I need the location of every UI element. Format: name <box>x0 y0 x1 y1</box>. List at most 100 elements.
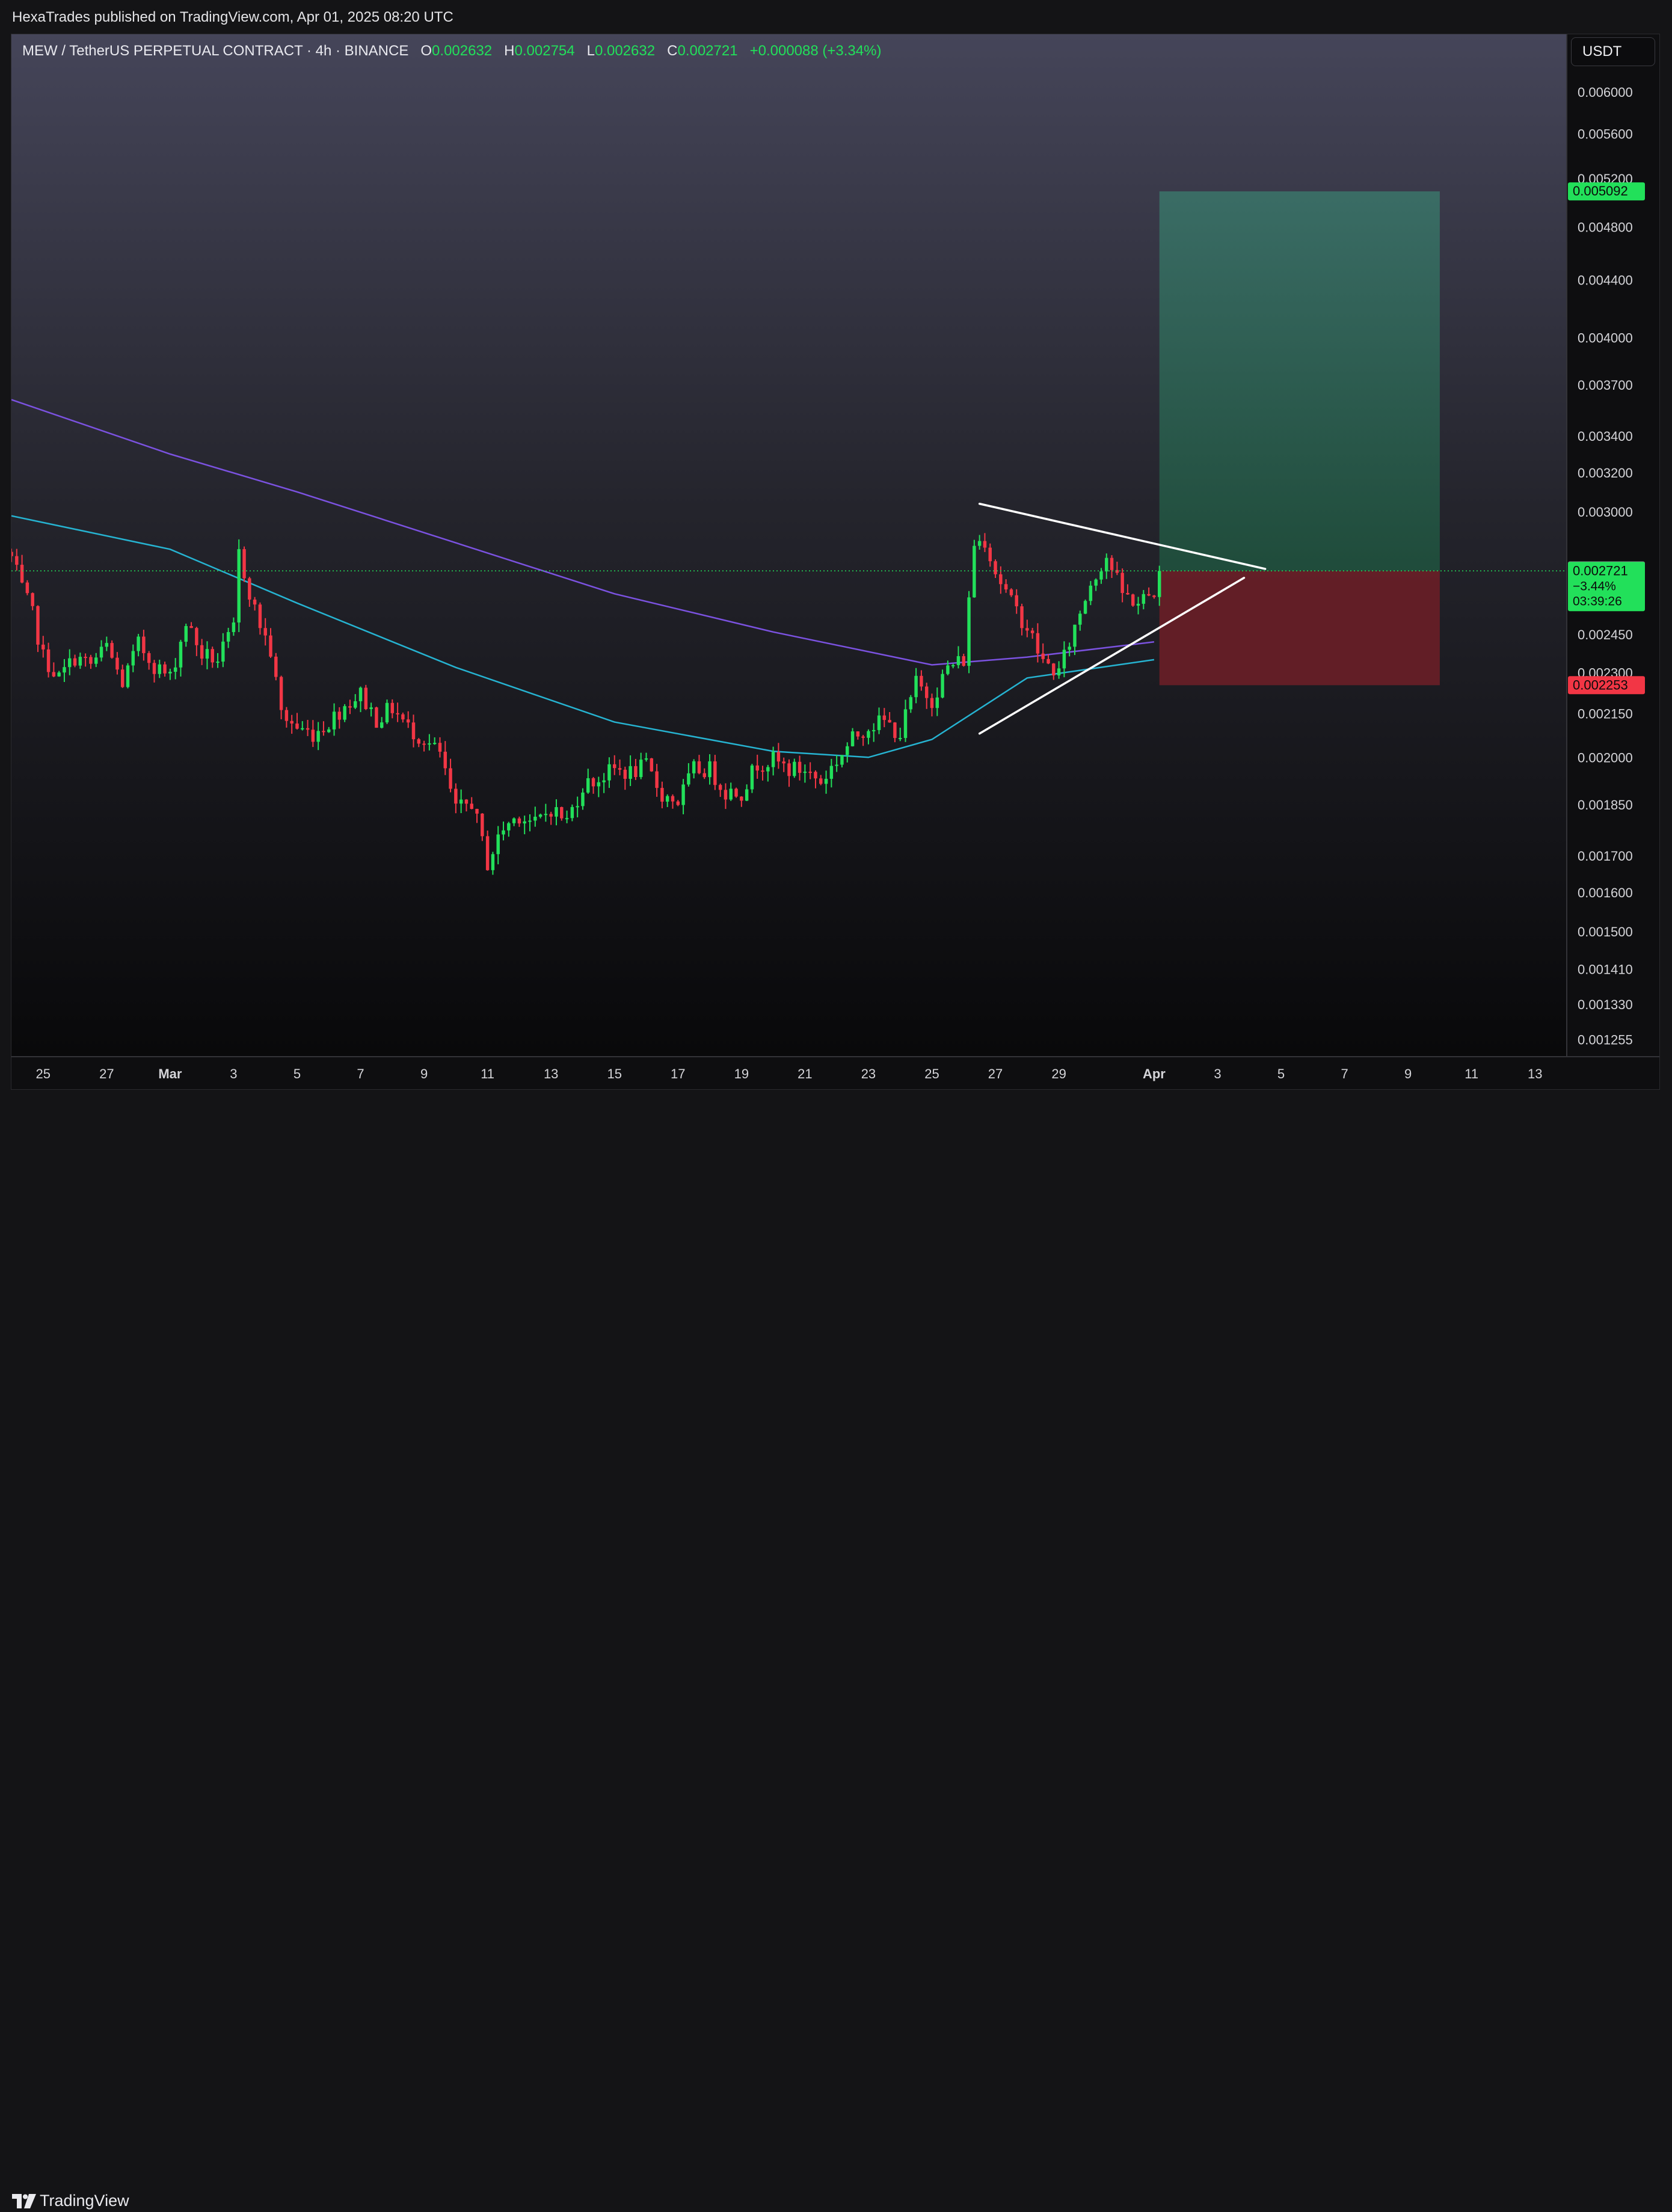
candle-up <box>507 823 511 831</box>
candle-down <box>1025 628 1029 631</box>
publication-info: HexaTrades published on TradingView.com,… <box>12 9 453 25</box>
candle-up <box>1062 650 1066 669</box>
candle-down <box>924 686 929 698</box>
candle-up <box>872 730 876 731</box>
price-label-subtext: −3.44% <box>1573 579 1616 593</box>
candle-down <box>761 770 764 772</box>
candle-down <box>284 710 289 721</box>
candle-down <box>1030 630 1034 633</box>
candle-up <box>1078 613 1082 625</box>
candle-up <box>909 697 913 710</box>
candle-up <box>126 665 130 687</box>
candle-up <box>385 702 389 723</box>
candle-down <box>613 764 616 769</box>
candle-down <box>406 719 410 723</box>
candle-up <box>941 674 944 698</box>
candle-up <box>221 641 225 662</box>
chart-area[interactable]: 0.0064000.0060000.0056000.0052000.004800… <box>11 34 1660 1090</box>
candle-down <box>396 713 399 714</box>
time-tick-label: 9 <box>1404 1066 1412 1081</box>
open-label: O <box>420 43 432 59</box>
candle-up <box>793 761 796 776</box>
candle-down <box>888 720 891 723</box>
candle-down <box>1041 653 1045 659</box>
price-chart[interactable]: 0.0064000.0060000.0056000.0052000.004800… <box>11 34 1660 1090</box>
time-tick-label: 3 <box>230 1066 237 1081</box>
candle-up <box>771 752 775 767</box>
candle-up <box>903 709 908 739</box>
time-tick-label: 7 <box>1341 1066 1348 1081</box>
candle-up <box>946 665 950 674</box>
candle-up <box>586 778 590 793</box>
candle-down <box>295 724 299 729</box>
candle-down <box>549 814 553 817</box>
time-tick-label: 3 <box>1214 1066 1221 1081</box>
price-tick-label: 0.003700 <box>1578 378 1633 393</box>
candle-up <box>173 667 177 672</box>
candle-up <box>316 731 320 742</box>
candle-up <box>528 820 532 822</box>
candle-down <box>417 739 421 744</box>
time-tick-label: 13 <box>1528 1066 1542 1081</box>
candle-up <box>63 667 66 673</box>
candle-down <box>375 707 378 728</box>
price-tick-label: 0.003000 <box>1578 505 1633 520</box>
currency-button[interactable]: USDT <box>1571 37 1655 66</box>
candle-up <box>216 662 220 663</box>
candle-up <box>168 671 172 674</box>
candle-down <box>962 656 965 666</box>
candle-down <box>211 649 214 663</box>
candle-up <box>576 806 579 808</box>
price-label-subtext: 03:39:26 <box>1573 594 1622 608</box>
high-value: 0.002754 <box>514 43 575 59</box>
candle-up <box>681 784 685 805</box>
candle-up <box>184 625 188 642</box>
time-tick-label: 23 <box>861 1066 876 1081</box>
candle-down <box>676 801 680 805</box>
candle-down <box>147 653 151 663</box>
candle-down <box>1015 595 1018 607</box>
candle-down <box>702 773 706 778</box>
price-tick-label: 0.001410 <box>1578 962 1633 977</box>
candle-up <box>327 729 331 733</box>
candle-down <box>893 722 897 739</box>
price-label-text: 0.002721 <box>1573 563 1628 578</box>
candle-up <box>973 545 976 598</box>
ohlc-legend: MEW / TetherUS PERPETUAL CONTRACT · 4h ·… <box>22 43 881 60</box>
time-tick-label: 21 <box>798 1066 812 1081</box>
time-tick-label: 25 <box>924 1066 939 1081</box>
candle-down <box>517 818 521 824</box>
candle-up <box>57 672 61 677</box>
candle-up <box>68 658 72 668</box>
candle-up <box>824 778 828 784</box>
candle-down <box>798 761 802 773</box>
candle-down <box>485 836 490 870</box>
candle-down <box>920 675 923 687</box>
candle-up <box>1068 647 1071 650</box>
candle-up <box>502 830 505 835</box>
time-axis-panel[interactable] <box>11 1057 1660 1090</box>
candle-down <box>269 635 272 657</box>
candle-up <box>629 766 632 779</box>
candle-down <box>1126 592 1130 595</box>
candle-down <box>988 547 992 562</box>
candle-down <box>46 649 51 672</box>
candle-down <box>25 582 29 594</box>
candle-down <box>31 593 34 606</box>
candle-up <box>137 636 140 651</box>
candle-down <box>1147 594 1151 596</box>
candle-down <box>475 809 479 814</box>
candle-down <box>11 551 13 556</box>
candle-up <box>607 764 611 781</box>
candle-down <box>401 714 405 720</box>
candle-down <box>671 796 675 802</box>
candle-up <box>639 760 643 778</box>
change-value: +0.000088 (+3.34%) <box>749 43 882 59</box>
candle-down <box>983 541 987 548</box>
candle-up <box>644 758 648 760</box>
candle-up <box>829 766 834 779</box>
candle-up <box>1073 624 1077 647</box>
time-tick-label: Mar <box>158 1066 182 1081</box>
candle-down <box>36 606 40 645</box>
candle-up <box>491 854 495 870</box>
